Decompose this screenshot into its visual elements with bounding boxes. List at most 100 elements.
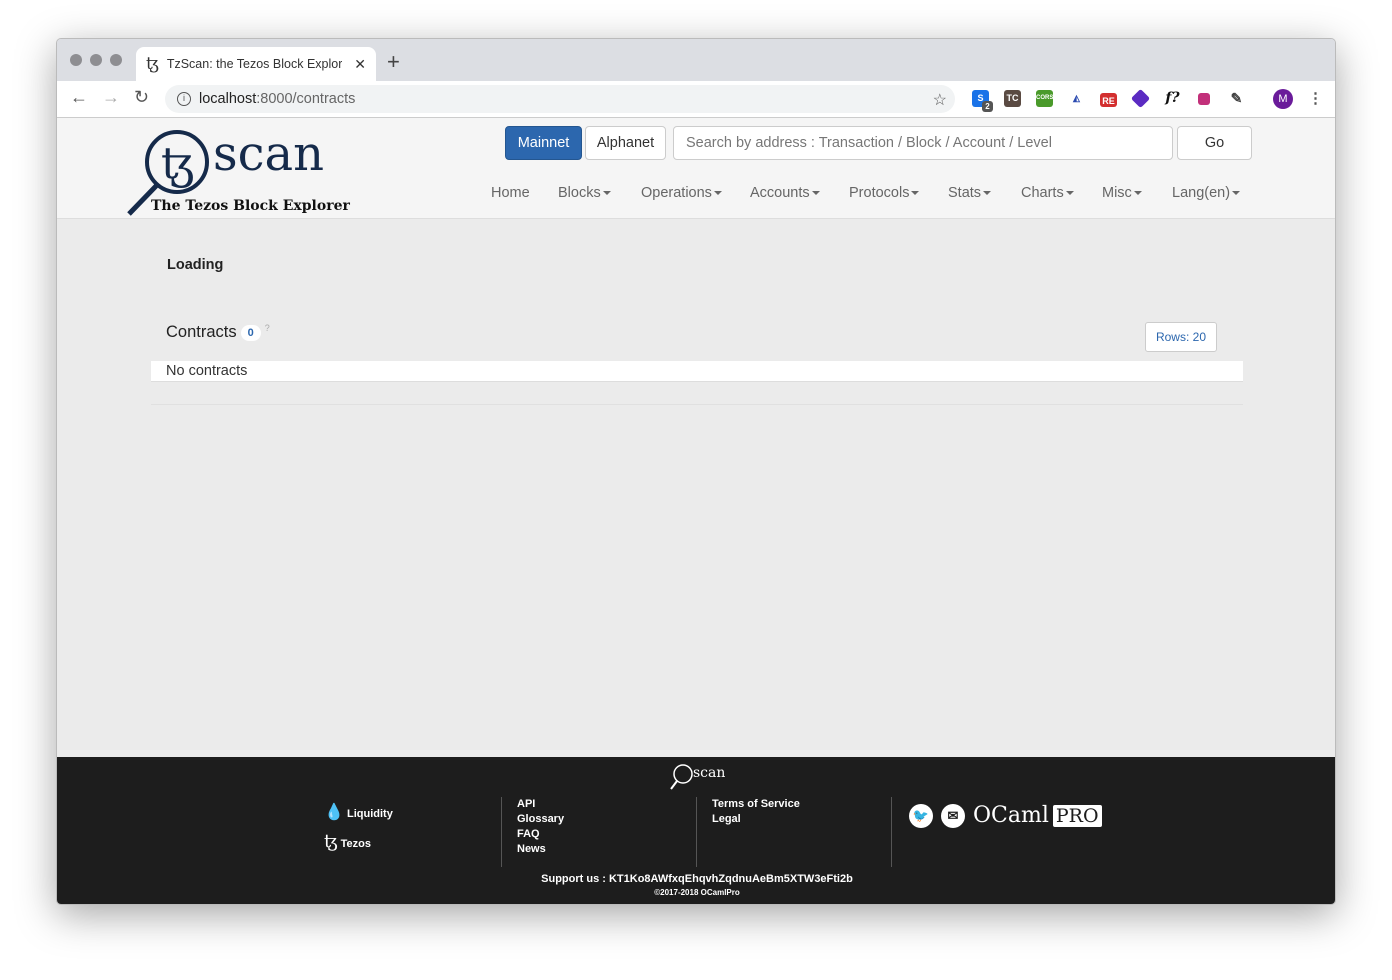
extension-cors-icon[interactable]: CORS: [1036, 90, 1053, 107]
caret-down-icon: [811, 191, 820, 196]
nav-accounts[interactable]: Accounts: [750, 185, 820, 201]
extension-f-icon[interactable]: f?: [1164, 90, 1181, 107]
minimize-window-button[interactable]: [90, 54, 102, 66]
maximize-window-button[interactable]: [110, 54, 122, 66]
tab-title: TzScan: the Tezos Block Explorer: [166, 57, 342, 71]
news-link[interactable]: News: [517, 842, 564, 857]
help-icon[interactable]: ?: [265, 323, 270, 333]
nav-lang[interactable]: Lang(en): [1172, 185, 1241, 201]
divider: [696, 797, 697, 867]
tezos-icon: ꜩ: [324, 831, 338, 852]
reload-icon[interactable]: ↻: [134, 87, 149, 108]
url-path: :8000/contracts: [256, 91, 356, 107]
glossary-link[interactable]: Glossary: [517, 812, 564, 827]
caret-down-icon: [1133, 191, 1142, 196]
extension-cube-icon[interactable]: [1130, 88, 1151, 109]
faq-link[interactable]: FAQ: [517, 827, 564, 842]
profile-avatar[interactable]: M: [1273, 89, 1293, 109]
close-window-button[interactable]: [70, 54, 82, 66]
title-text: Contracts: [166, 323, 237, 341]
panel-title: Contracts 0?: [166, 323, 270, 342]
extension-pink-icon[interactable]: [1198, 93, 1210, 105]
liquidity-drop-icon: 💧: [324, 804, 344, 821]
divider: [501, 797, 502, 867]
empty-message: No contracts: [151, 361, 1243, 382]
search-input[interactable]: Search by address : Transaction / Block …: [673, 126, 1173, 160]
caret-down-icon: [983, 191, 992, 196]
link-label: Tezos: [340, 838, 372, 850]
footer-social: 🐦 ✉ OCaml PRO: [909, 803, 1102, 828]
count-badge: 0: [240, 324, 261, 341]
footer-col-legal: Terms of Service Legal: [712, 797, 800, 867]
twitter-icon[interactable]: 🐦: [909, 803, 933, 828]
legal-link[interactable]: Legal: [712, 812, 800, 827]
footer-logo[interactable]: scan: [669, 763, 729, 790]
nav-label: Charts: [1021, 185, 1064, 201]
nav-label: Stats: [948, 185, 982, 201]
go-button[interactable]: Go: [1177, 126, 1252, 160]
close-tab-icon[interactable]: ✕: [354, 56, 366, 73]
nav-label: Home: [491, 185, 530, 201]
mainnet-button[interactable]: Mainnet: [505, 126, 582, 160]
extension-tc-icon[interactable]: TC: [1004, 90, 1021, 107]
loading-text: Loading: [167, 257, 224, 273]
browser-window: ꜩ TzScan: the Tezos Block Explorer ✕ + ←…: [56, 38, 1336, 905]
eyedropper-extension-icon[interactable]: ✎: [1228, 90, 1245, 107]
nav-blocks[interactable]: Blocks: [558, 185, 611, 201]
contracts-panel: Contracts 0? Rows: 20 No contracts: [151, 309, 1243, 405]
address-bar[interactable]: i localhost:8000/contracts ☆: [165, 85, 955, 113]
nav-stats[interactable]: Stats: [948, 185, 992, 201]
caret-down-icon: [713, 191, 722, 196]
ocamlpro-brand[interactable]: OCaml: [973, 803, 1049, 828]
link-label: Liquidity: [346, 808, 393, 820]
nav-operations[interactable]: Operations: [641, 185, 722, 201]
nav-misc[interactable]: Misc: [1102, 185, 1142, 201]
nav-charts[interactable]: Charts: [1021, 185, 1074, 201]
nav-label: Protocols: [849, 185, 910, 201]
back-icon[interactable]: ←: [70, 87, 88, 108]
browser-tab[interactable]: ꜩ TzScan: the Tezos Block Explorer ✕: [136, 47, 376, 81]
main-nav: Home Blocks Operations Accounts Protocol…: [57, 185, 1335, 205]
footer-logo-text: scan: [693, 765, 726, 781]
extension-ruler-icon[interactable]: ◭: [1068, 90, 1085, 107]
info-icon[interactable]: i: [177, 92, 191, 106]
logo-text: scan: [213, 126, 325, 182]
nav-protocols[interactable]: Protocols: [849, 185, 920, 201]
bookmark-star-icon[interactable]: ☆: [933, 90, 947, 110]
caret-down-icon: [911, 191, 920, 196]
liquidity-link[interactable]: 💧 Liquidity: [324, 805, 393, 822]
footer: scan 💧 Liquidity ꜩ Tezos API Glossary FA…: [57, 757, 1335, 904]
terms-link[interactable]: Terms of Service: [712, 797, 800, 812]
nav-label: Operations: [641, 185, 712, 201]
url-host: localhost: [199, 91, 257, 107]
svg-text:ꜩ: ꜩ: [161, 138, 194, 189]
tezos-link[interactable]: ꜩ Tezos: [324, 831, 393, 852]
footer-col-partners: 💧 Liquidity ꜩ Tezos: [324, 797, 393, 867]
email-icon[interactable]: ✉: [941, 803, 965, 828]
browser-toolbar: ← → ↻ i localhost:8000/contracts ☆ S 2 T…: [57, 81, 1335, 118]
nav-home[interactable]: Home: [491, 185, 530, 201]
new-tab-button[interactable]: +: [387, 49, 400, 75]
caret-down-icon: [602, 191, 611, 196]
tab-bar: ꜩ TzScan: the Tezos Block Explorer ✕ +: [57, 39, 1335, 81]
footer-col-resources: API Glossary FAQ News: [517, 797, 564, 867]
nav-label: Lang(en): [1172, 185, 1231, 201]
caret-down-icon: [1232, 191, 1241, 196]
rows-per-page-button[interactable]: Rows: 20: [1144, 322, 1217, 352]
nav-label: Blocks: [558, 185, 601, 201]
extension-badge: 2: [982, 101, 993, 112]
copyright: ©2017-2018 OCamlPro: [654, 888, 740, 897]
tezos-favicon-icon: ꜩ: [146, 54, 159, 74]
more-menu-icon[interactable]: ⋮: [1307, 90, 1324, 107]
caret-down-icon: [1065, 191, 1074, 196]
nav-label: Accounts: [750, 185, 810, 201]
extension-re-icon[interactable]: RE: [1100, 93, 1117, 107]
api-link[interactable]: API: [517, 797, 564, 812]
forward-icon[interactable]: →: [102, 87, 120, 108]
site-header: ꜩ scan The Tezos Block Explorer Mainnet …: [57, 118, 1335, 219]
alphanet-button[interactable]: Alphanet: [585, 126, 666, 160]
ocamlpro-brand-box: PRO: [1052, 804, 1102, 827]
support-text: Support us : KT1Ko8AWfxqEhqvhZqdnuAeBm5X…: [541, 873, 853, 885]
nav-label: Misc: [1102, 185, 1132, 201]
divider: [891, 797, 892, 867]
